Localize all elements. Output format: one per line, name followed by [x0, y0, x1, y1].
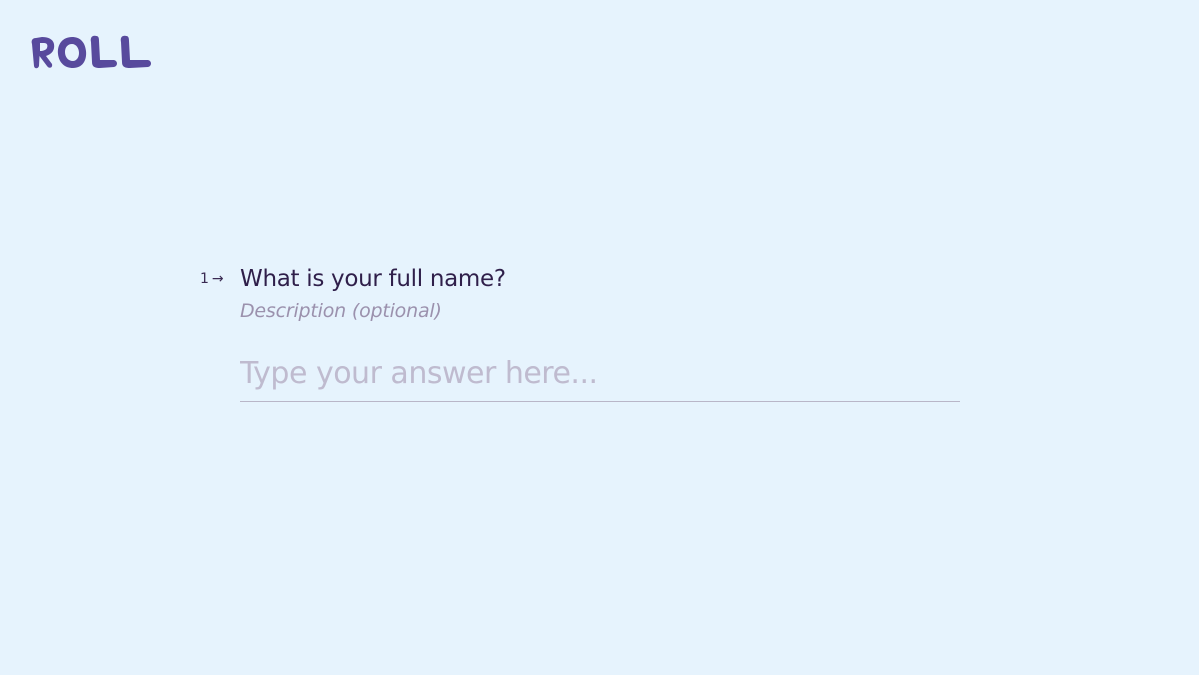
question-header: 1 → What is your full name?: [200, 262, 960, 296]
form-page: 1 → What is your full name? Description …: [0, 0, 1199, 675]
question-block: 1 → What is your full name? Description …: [200, 262, 960, 402]
logo-mark: [31, 35, 151, 69]
answer-field-wrapper: [240, 356, 960, 402]
question-number: 1 →: [200, 271, 240, 287]
arrow-right-icon: →: [211, 271, 224, 287]
roll-logo: [30, 32, 154, 72]
question-title: What is your full name?: [240, 266, 506, 292]
question-number-text: 1: [200, 271, 209, 287]
question-description: Description (optional): [240, 300, 442, 322]
answer-input[interactable]: [240, 356, 960, 402]
